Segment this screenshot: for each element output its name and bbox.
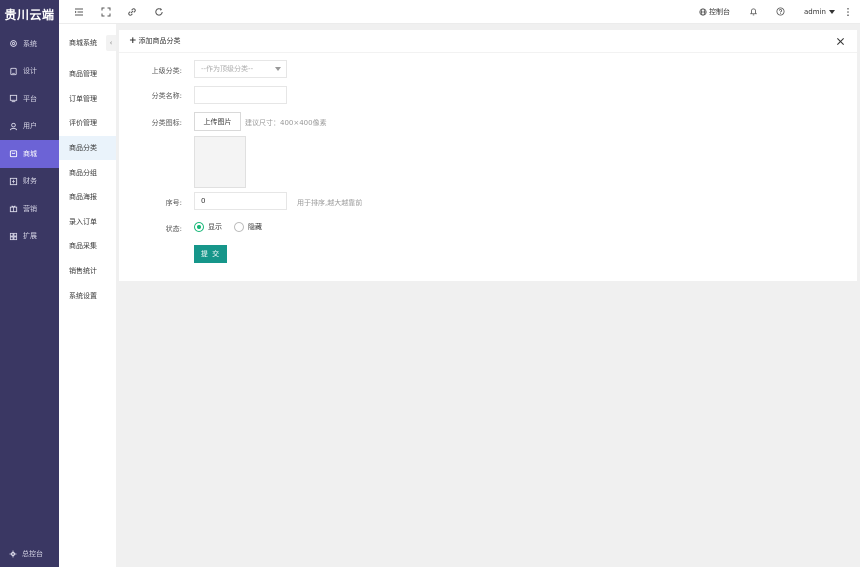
- sidebar-item-design[interactable]: 设计: [0, 58, 59, 86]
- fullscreen-icon[interactable]: [100, 6, 111, 17]
- main-sidebar: 贵川云端 系统 设计 平台 用户 商城 财务 营销 扩展 总控台: [0, 0, 59, 567]
- sidebar-bottom-label: 总控台: [22, 550, 43, 558]
- category-name-label: 分类名称:: [151, 92, 182, 100]
- console-link[interactable]: 控制台: [699, 0, 730, 24]
- bell-icon[interactable]: [748, 6, 759, 17]
- panel-title: 添加商品分类: [138, 37, 181, 45]
- sidebar-item-label: 平台: [23, 94, 37, 103]
- sidebar-item-shop[interactable]: 商城: [0, 140, 59, 168]
- sidebar-item-label: 系统: [23, 39, 37, 48]
- globe-icon: [699, 8, 707, 16]
- panel-header: + 添加商品分类: [119, 30, 857, 53]
- status-radio-hide[interactable]: 隐藏: [234, 222, 262, 232]
- sidebar-item-label: 设计: [23, 67, 37, 76]
- top-bar: 控制台 admin: [59, 0, 860, 24]
- parent-category-placeholder: --作为顶级分类--: [201, 65, 254, 73]
- subnav-item-settings[interactable]: 系统设置: [59, 283, 116, 308]
- sidebar-item-marketing[interactable]: 营销: [0, 195, 59, 223]
- category-name-input[interactable]: [194, 86, 287, 104]
- user-icon: [9, 122, 18, 131]
- subnav-item-orders[interactable]: 订单管理: [59, 87, 116, 112]
- monitor-icon: [9, 94, 18, 103]
- gear-icon: [9, 39, 18, 48]
- sidebar-item-user[interactable]: 用户: [0, 113, 59, 141]
- subnav-item-products[interactable]: 商品管理: [59, 62, 116, 87]
- sidebar-item-label: 营销: [23, 204, 37, 213]
- design-icon: [9, 67, 18, 76]
- user-name: admin: [804, 8, 826, 16]
- console-label: 控制台: [709, 8, 730, 16]
- icon-size-hint: 建议尺寸：400×400像素: [245, 119, 327, 127]
- sidebar-item-console[interactable]: 总控台: [9, 549, 43, 559]
- status-option-hide: 隐藏: [248, 223, 262, 231]
- sidebar-item-extend[interactable]: 扩展: [0, 223, 59, 251]
- radio-unchecked-icon: [234, 222, 244, 232]
- order-input[interactable]: 0: [194, 192, 287, 210]
- upload-image-button[interactable]: 上传图片: [194, 112, 241, 131]
- sidebar-item-platform[interactable]: 平台: [0, 85, 59, 113]
- help-icon[interactable]: [775, 6, 786, 17]
- parent-category-label: 上级分类:: [151, 67, 182, 75]
- close-icon[interactable]: [836, 37, 845, 46]
- subnav-item-categories[interactable]: 商品分类: [59, 135, 116, 161]
- status-option-show: 显示: [208, 223, 222, 231]
- apps-icon: [9, 232, 18, 241]
- brand-logo: 贵川云端: [4, 8, 55, 22]
- menu-fold-icon[interactable]: [73, 6, 84, 17]
- sidebar-item-system[interactable]: 系统: [0, 30, 59, 58]
- status-radio-show[interactable]: 显示: [194, 222, 222, 232]
- subnav-item-enter-order[interactable]: 录入订单: [59, 210, 116, 235]
- collapse-button[interactable]: ‹: [106, 35, 116, 51]
- refresh-icon[interactable]: [153, 6, 164, 17]
- submit-button[interactable]: 提 交: [194, 245, 227, 263]
- finance-icon: [9, 177, 18, 186]
- sub-sidebar: 商城系统 ‹ 商品管理 订单管理 评价管理 商品分类 商品分组 商品海报 录入订…: [59, 24, 116, 567]
- image-preview: [194, 136, 246, 188]
- radio-checked-icon: [194, 222, 204, 232]
- more-vertical-icon[interactable]: [842, 6, 853, 17]
- sidebar-item-label: 扩展: [23, 232, 37, 241]
- subnav-item-sales-stats[interactable]: 销售统计: [59, 259, 116, 284]
- gift-icon: [9, 204, 18, 213]
- order-hint: 用于排序,越大越靠前: [297, 199, 363, 207]
- caret-down-icon: [275, 67, 281, 71]
- subnav-item-groups[interactable]: 商品分组: [59, 160, 116, 185]
- add-category-panel: + 添加商品分类 上级分类: --作为顶级分类-- 分类名称: 分类图标: 上传…: [119, 30, 857, 281]
- sidebar-item-finance[interactable]: 财务: [0, 168, 59, 196]
- status-label: 状态:: [165, 225, 182, 233]
- subnav-item-collect[interactable]: 商品采集: [59, 234, 116, 259]
- link-icon[interactable]: [126, 6, 137, 17]
- sidebar-item-label: 商城: [23, 149, 37, 158]
- caret-down-icon: [828, 10, 835, 14]
- subnav-title: 商城系统: [69, 39, 97, 47]
- user-menu[interactable]: admin: [804, 0, 835, 24]
- subnav-item-posters[interactable]: 商品海报: [59, 185, 116, 210]
- subnav-header: 商城系统 ‹: [59, 24, 116, 62]
- parent-category-select[interactable]: --作为顶级分类--: [194, 60, 287, 78]
- sidebar-item-label: 用户: [23, 122, 37, 131]
- shop-icon: [9, 149, 18, 158]
- subnav-item-reviews[interactable]: 评价管理: [59, 111, 116, 136]
- sidebar-item-label: 财务: [23, 177, 37, 186]
- order-label: 序号:: [165, 199, 182, 207]
- plus-icon: +: [129, 35, 137, 46]
- category-icon-label: 分类图标:: [151, 119, 182, 127]
- settings-icon: [9, 550, 17, 558]
